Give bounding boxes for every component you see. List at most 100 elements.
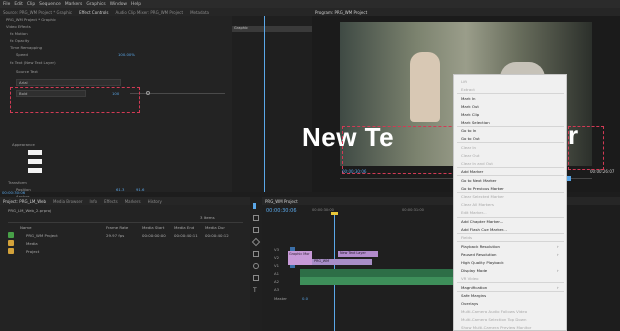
col-media-dur[interactable]: Media Dur	[205, 225, 225, 230]
tab-program[interactable]: Program: PRG_WM Project	[315, 10, 367, 15]
font-size-slider-handle[interactable]	[146, 91, 150, 95]
highlight-text-overlay-end	[568, 126, 604, 170]
context-menu-item[interactable]: Paused Resolution	[461, 252, 496, 257]
work-area-marker[interactable]	[331, 212, 338, 215]
context-menu-item[interactable]: Add Chapter Marker...	[461, 219, 503, 224]
master-volume-value[interactable]: 0.0	[302, 296, 308, 301]
hand-tool-icon[interactable]	[253, 275, 259, 281]
tab-audio-clip-mixer[interactable]: Audio Clip Mixer: PRG_WM Project	[115, 10, 183, 15]
menu-separator	[457, 167, 564, 168]
context-menu-item[interactable]: High Quality Playback	[461, 260, 504, 265]
menu-separator	[457, 125, 564, 127]
track-a3[interactable]: A3	[274, 287, 279, 292]
tab-project[interactable]: Project: PRG_LM_Web	[3, 199, 46, 204]
col-media-end[interactable]: Media End	[174, 225, 194, 230]
context-menu-item[interactable]: Safe Margins	[461, 293, 486, 298]
col-name[interactable]: Name	[20, 225, 31, 230]
program-playhead[interactable]	[567, 176, 571, 181]
col-frame-rate[interactable]: Frame Rate	[106, 225, 128, 230]
context-menu-item[interactable]: Go to Next Marker	[461, 178, 497, 183]
font-dropdown[interactable]: Arial	[16, 79, 121, 86]
menu-markers[interactable]: Markers	[65, 2, 82, 7]
context-menu-item[interactable]: Mark Out	[461, 104, 479, 109]
folder-icon	[8, 240, 14, 246]
shadow-swatch[interactable]	[28, 168, 42, 173]
track-select-tool-icon[interactable]	[253, 215, 259, 221]
video-clip[interactable]: PRG_WM	[312, 259, 372, 265]
ec-timecode[interactable]: 00:00:30:06	[2, 190, 25, 195]
tab-source[interactable]: Source: PRG_WM Project * Graphic	[3, 10, 72, 15]
track-v1[interactable]: V1	[274, 263, 279, 268]
tab-effect-controls[interactable]: Effect Controls	[79, 10, 108, 15]
position-y-value[interactable]: 91.6	[136, 187, 144, 192]
context-menu-item: Clear In	[461, 144, 477, 150]
menu-help[interactable]: Help	[131, 2, 141, 7]
track-v2[interactable]: V2	[274, 255, 279, 260]
context-menu-item[interactable]: Add Marker	[461, 169, 483, 174]
ripple-edit-tool-icon[interactable]	[253, 227, 259, 233]
track-v3[interactable]: V3	[274, 247, 279, 252]
graphic-clip[interactable]: Graphic Mor	[288, 251, 312, 265]
menu-sequence[interactable]: Sequence	[39, 2, 61, 7]
text-layer-effect[interactable]: fx Text (New Text Layer)	[10, 60, 56, 65]
menu-separator	[457, 191, 564, 193]
source-panel-tabs: Source: PRG_WM Project * Graphic Effect …	[0, 8, 312, 16]
tab-metadata[interactable]: Metadata	[190, 10, 209, 15]
graphic-clip-bar[interactable]: Graphic	[232, 26, 312, 32]
menu-file[interactable]: File	[3, 2, 10, 7]
menu-clip[interactable]: Clip	[27, 2, 35, 7]
menu-graphics[interactable]: Graphics	[86, 2, 105, 7]
stroke-swatch[interactable]	[28, 159, 42, 164]
context-menu-item[interactable]: Display Mode	[461, 268, 487, 273]
context-menu-item[interactable]: Mark Clip	[461, 112, 479, 117]
context-menu-item[interactable]: Go to Previous Marker	[461, 186, 504, 191]
track-a2[interactable]: A2	[274, 279, 279, 284]
font-size-slider[interactable]	[130, 93, 225, 94]
selection-tool-icon[interactable]	[253, 203, 259, 209]
type-tool-icon[interactable]: T	[253, 287, 257, 294]
context-menu-item[interactable]: Mark Selection	[461, 120, 490, 125]
menu-separator	[457, 241, 564, 243]
context-menu-item[interactable]: Playback Resolution	[461, 244, 500, 249]
fill-swatch[interactable]	[28, 150, 42, 155]
tab-media-browser[interactable]: Media Browser	[53, 199, 83, 204]
position-x-value[interactable]: 61.3	[116, 187, 124, 192]
context-menu-item[interactable]: Mark In	[461, 96, 475, 101]
timeline-timecode[interactable]: 00:00:30:06	[266, 208, 297, 214]
tab-markers[interactable]: Markers	[125, 199, 141, 204]
context-menu-item: Clear Selected Marker	[461, 194, 504, 200]
tab-history[interactable]: History	[148, 199, 162, 204]
submenu-arrow-icon: ›	[557, 268, 559, 273]
context-menu-item[interactable]: Go to In	[461, 128, 476, 133]
time-remapping[interactable]: Time Remapping	[10, 45, 42, 50]
tab-effects[interactable]: Effects	[104, 199, 118, 204]
menu-edit[interactable]: Edit	[14, 2, 23, 7]
audio-clip-a1[interactable]	[300, 269, 453, 277]
program-timecode-left[interactable]: 00:00:30:06	[342, 169, 366, 174]
track-master[interactable]: Master	[274, 296, 287, 301]
row-name: PRG_WM Project	[26, 233, 58, 238]
tab-info[interactable]: Info	[90, 199, 98, 204]
ruler-tick-2: 00:00:31:00	[402, 208, 424, 212]
speed-value[interactable]: 100.00%	[118, 52, 135, 57]
audio-clip-a2[interactable]	[300, 277, 453, 285]
context-menu-item[interactable]: Magnification	[461, 285, 487, 290]
track-a1[interactable]: A1	[274, 271, 279, 276]
context-menu-item[interactable]: Add Flash Cue Marker...	[461, 227, 507, 232]
text-layer-clip[interactable]: New Text Layer	[338, 251, 378, 257]
tab-timeline-sequence[interactable]: PRG_WM Project	[265, 199, 298, 204]
slip-tool-icon[interactable]	[253, 251, 259, 257]
col-media-start[interactable]: Media Start	[142, 225, 164, 230]
context-menu-item[interactable]: Go to Out	[461, 136, 480, 141]
opacity-effect[interactable]: fx Opacity	[10, 38, 29, 43]
ec-playhead[interactable]	[264, 16, 265, 192]
context-menu-item[interactable]: Overlays	[461, 301, 478, 306]
context-menu-item: Show Multi-Camera Preview Monitor	[461, 325, 532, 331]
pen-tool-icon[interactable]	[253, 263, 259, 269]
program-panel-tabs: Program: PRG_WM Project	[312, 8, 620, 16]
motion-effect[interactable]: fx Motion	[10, 31, 28, 36]
razor-tool-icon[interactable]	[251, 237, 261, 247]
context-menu-item: Multi-Camera Selection Top Down	[461, 317, 527, 323]
menu-window[interactable]: Window	[110, 2, 127, 7]
ec-clip-name: PRG_WM Project * Graphic	[6, 17, 57, 22]
